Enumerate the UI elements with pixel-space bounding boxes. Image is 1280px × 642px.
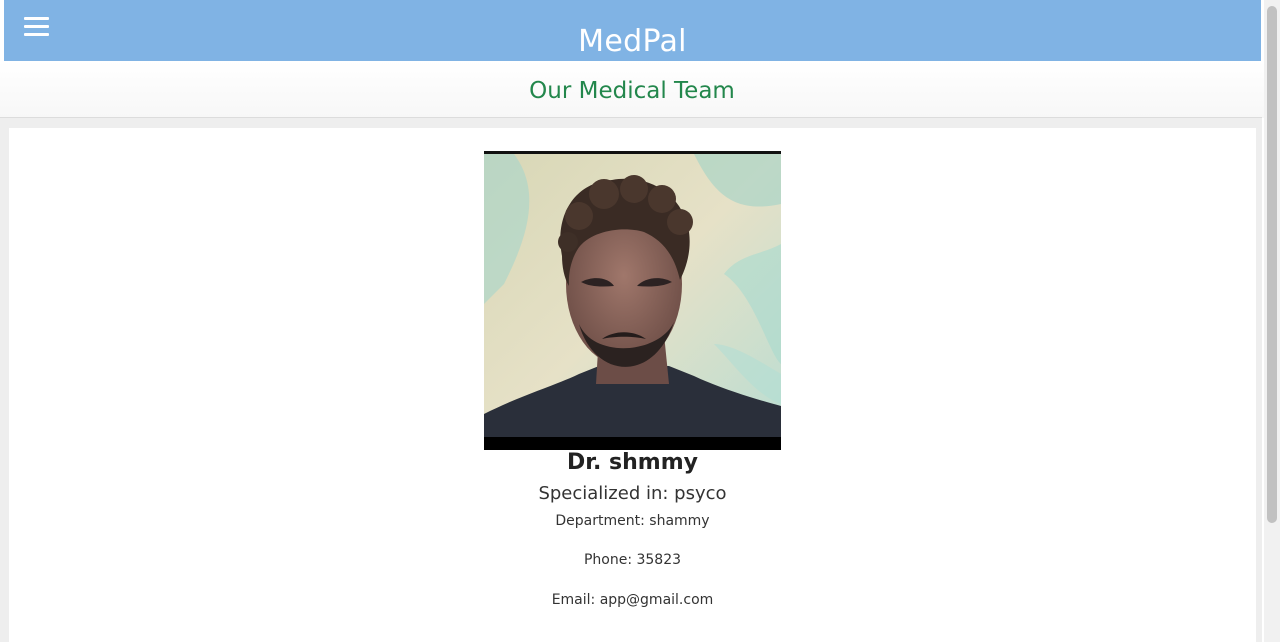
team-panel: Dr. shmmy Specialized in: psyco Departme… xyxy=(0,117,1262,642)
doctor-name: Dr. shmmy xyxy=(567,450,698,475)
doctor-email: Email: app@gmail.com xyxy=(551,592,714,608)
doctor-photo xyxy=(484,151,781,450)
page-scrollbar[interactable] xyxy=(1264,0,1280,642)
page: MedPal Our Medical Team Dr. shmmy Specia… xyxy=(0,0,1264,642)
doctor-phone: Phone: 35823 xyxy=(583,552,682,568)
doctor-specialization: Specialized in: psyco xyxy=(538,483,727,504)
section-title: Our Medical Team xyxy=(529,78,735,104)
doctor-card: Dr. shmmy Specialized in: psyco Departme… xyxy=(9,128,1256,642)
app-header: MedPal xyxy=(4,0,1261,61)
app-title: MedPal xyxy=(578,24,687,59)
doctor-department: Department: shammy xyxy=(555,513,710,529)
scrollbar-thumb[interactable] xyxy=(1267,6,1277,523)
